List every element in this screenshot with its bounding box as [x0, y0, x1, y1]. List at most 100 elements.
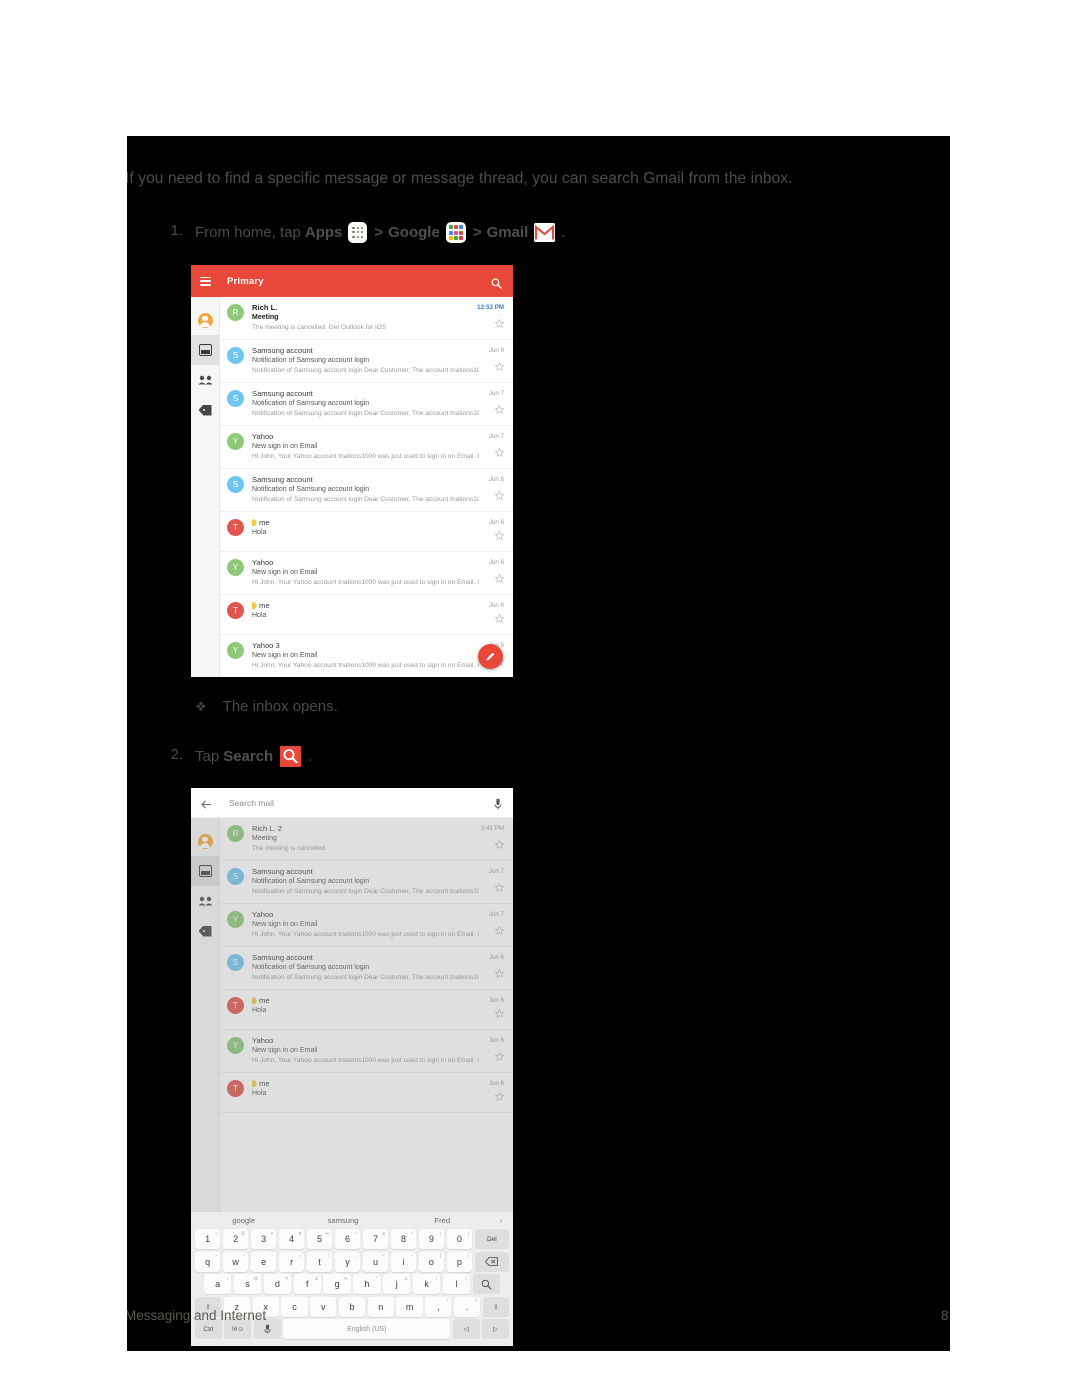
backspace-icon[interactable] — [474, 1251, 509, 1272]
search-icon[interactable] — [491, 276, 502, 294]
email-row[interactable]: Tme Hola Jun 6 — [220, 990, 513, 1030]
search-icon[interactable] — [472, 1274, 500, 1295]
account-avatar-icon[interactable] — [191, 826, 219, 856]
key-h[interactable]: h ^ — [353, 1274, 381, 1295]
key-r[interactable]: r = — [278, 1251, 305, 1272]
star-icon[interactable] — [494, 570, 505, 588]
key-j[interactable]: j & — [383, 1274, 411, 1295]
email-row[interactable]: S Samsung account Notification of Samsung … — [220, 340, 513, 383]
email-row[interactable]: S Samsung account Notification of Samsung … — [220, 383, 513, 426]
email-row[interactable]: Y Yahoo New sign in on Email Hi John, Your … — [220, 552, 513, 595]
star-icon[interactable] — [494, 610, 505, 628]
on-screen-keyboard[interactable]: google samsung Fred › 1 ~2 @3 #4 $5% 6 ^ 7 & 8 * 9(0) D… — [191, 1212, 513, 1346]
email-row[interactable]: Tme Hola Jun 6 — [220, 595, 513, 635]
email-row[interactable]: Y Yahoo New sign in on Email Hi John, Your … — [220, 426, 513, 469]
star-icon[interactable] — [494, 401, 505, 419]
suggestion-item[interactable]: Fred — [393, 1216, 492, 1225]
inbox-message-list[interactable]: R Rich L. Meeting The meeting is cancelled.… — [220, 297, 513, 677]
suggestion-item[interactable]: google — [194, 1216, 293, 1225]
keyboard-number-row[interactable]: 1 ~2 @3 #4 $5% 6 ^ 7 & 8 * 9(0) Del — [194, 1229, 510, 1250]
email-row[interactable]: Tme Hola Jun 6 — [220, 1073, 513, 1113]
key-3[interactable]: 3 # — [250, 1229, 277, 1250]
key-7[interactable]: 7 & — [362, 1229, 389, 1250]
key-v[interactable]: v — [310, 1296, 337, 1317]
microphone-icon[interactable] — [494, 797, 502, 815]
star-icon[interactable] — [494, 444, 505, 462]
key-o[interactable]: o[ — [418, 1251, 445, 1272]
key-1[interactable]: 1 ~ — [195, 1229, 221, 1250]
key-delete[interactable]: Del — [474, 1229, 509, 1250]
key-arrow-right[interactable]: ▷ — [482, 1319, 509, 1340]
email-row[interactable]: Tme Hola Jun 6 — [220, 512, 513, 552]
star-icon[interactable] — [494, 315, 505, 333]
key-,[interactable]: ,! — [425, 1296, 452, 1317]
email-row[interactable]: S Samsung account Notification of Samsung … — [220, 947, 513, 990]
back-arrow-icon[interactable] — [201, 797, 212, 809]
social-icon[interactable] — [191, 365, 219, 395]
key-q[interactable]: q + — [195, 1251, 221, 1272]
key-e[interactable]: e ÷ — [250, 1251, 277, 1272]
key-6[interactable]: 6 ^ — [334, 1229, 361, 1250]
email-row[interactable]: Y Yahoo New sign in on Email Hi John, Your … — [220, 1030, 513, 1073]
key-4[interactable]: 4 $ — [278, 1229, 305, 1250]
suggestion-strip[interactable]: google samsung Fred › — [194, 1212, 510, 1229]
social-icon[interactable] — [191, 886, 219, 916]
suggestion-item[interactable]: samsung — [293, 1216, 392, 1225]
inbox-icon[interactable] — [191, 856, 219, 886]
key-shift-right[interactable]: ⇧ — [482, 1296, 509, 1317]
key-8[interactable]: 8 * — [390, 1229, 417, 1250]
key-i[interactable]: i > — [390, 1251, 417, 1272]
key-g[interactable]: g% — [323, 1274, 351, 1295]
label-tag-icon[interactable] — [191, 916, 219, 946]
email-row[interactable]: Y Yahoo New sign in on Email Hi John, Your … — [220, 904, 513, 947]
star-icon[interactable] — [494, 1048, 505, 1066]
key-c[interactable]: c — [281, 1296, 308, 1317]
key-space[interactable]: English (US) — [283, 1319, 451, 1340]
key-a[interactable]: a! — [204, 1274, 232, 1295]
compose-pencil-icon[interactable] — [478, 644, 503, 669]
account-avatar-icon[interactable] — [191, 305, 219, 335]
keyboard-top-row[interactable]: q + w × e ÷ r = t / y _ u < i > o[p] — [194, 1251, 510, 1272]
star-icon[interactable] — [494, 358, 505, 376]
star-icon[interactable] — [494, 1005, 505, 1023]
email-row[interactable]: Y Yahoo 3 New sign in on Email Hi John, You… — [220, 635, 513, 677]
email-subject: Meeting — [252, 314, 279, 322]
key-.[interactable]: .? — [454, 1296, 481, 1317]
inbox-icon[interactable] — [191, 335, 219, 365]
key-0[interactable]: 0) — [446, 1229, 473, 1250]
email-row[interactable]: R Rich L. 2 Meeting The meeting is cancelle… — [220, 818, 513, 861]
key-l[interactable]: l) — [442, 1274, 471, 1295]
email-row[interactable]: S Samsung account Notification of Samsung … — [220, 469, 513, 512]
key-p[interactable]: p] — [446, 1251, 473, 1272]
star-icon[interactable] — [494, 527, 505, 545]
key-5[interactable]: 5% — [306, 1229, 333, 1250]
email-row[interactable]: R Rich L. Meeting The meeting is cancelled.… — [220, 297, 513, 340]
key-arrow-left[interactable]: ◁ — [452, 1319, 480, 1340]
hamburger-icon[interactable] — [200, 276, 211, 286]
label-tag-icon[interactable] — [191, 395, 219, 425]
star-icon[interactable] — [494, 922, 505, 940]
keyboard-home-row[interactable]: a! s @ d # f $ g% h ^ j & k(l) — [194, 1274, 510, 1295]
search-input[interactable]: Search mail — [229, 798, 274, 808]
key-y[interactable]: y _ — [334, 1251, 361, 1272]
key-d[interactable]: d # — [263, 1274, 291, 1295]
star-icon[interactable] — [494, 965, 505, 983]
key-n[interactable]: n — [367, 1296, 394, 1317]
email-snippet: Notification of Samsung account login De… — [252, 410, 479, 418]
star-icon[interactable] — [494, 487, 505, 505]
key-k[interactable]: k( — [413, 1274, 441, 1295]
key-9[interactable]: 9( — [418, 1229, 445, 1250]
suggestion-expand-icon[interactable]: › — [492, 1216, 510, 1225]
key-m[interactable]: m — [396, 1296, 423, 1317]
key-u[interactable]: u < — [362, 1251, 389, 1272]
star-icon[interactable] — [494, 1088, 505, 1106]
key-b[interactable]: b — [338, 1296, 366, 1317]
star-icon[interactable] — [494, 879, 505, 897]
star-icon[interactable] — [494, 836, 505, 854]
email-row[interactable]: S Samsung account Notification of Samsung … — [220, 861, 513, 904]
key-t[interactable]: t / — [306, 1251, 333, 1272]
key-f[interactable]: f $ — [293, 1274, 321, 1295]
key-w[interactable]: w × — [222, 1251, 249, 1272]
key-2[interactable]: 2 @ — [222, 1229, 249, 1250]
key-s[interactable]: s @ — [233, 1274, 262, 1295]
